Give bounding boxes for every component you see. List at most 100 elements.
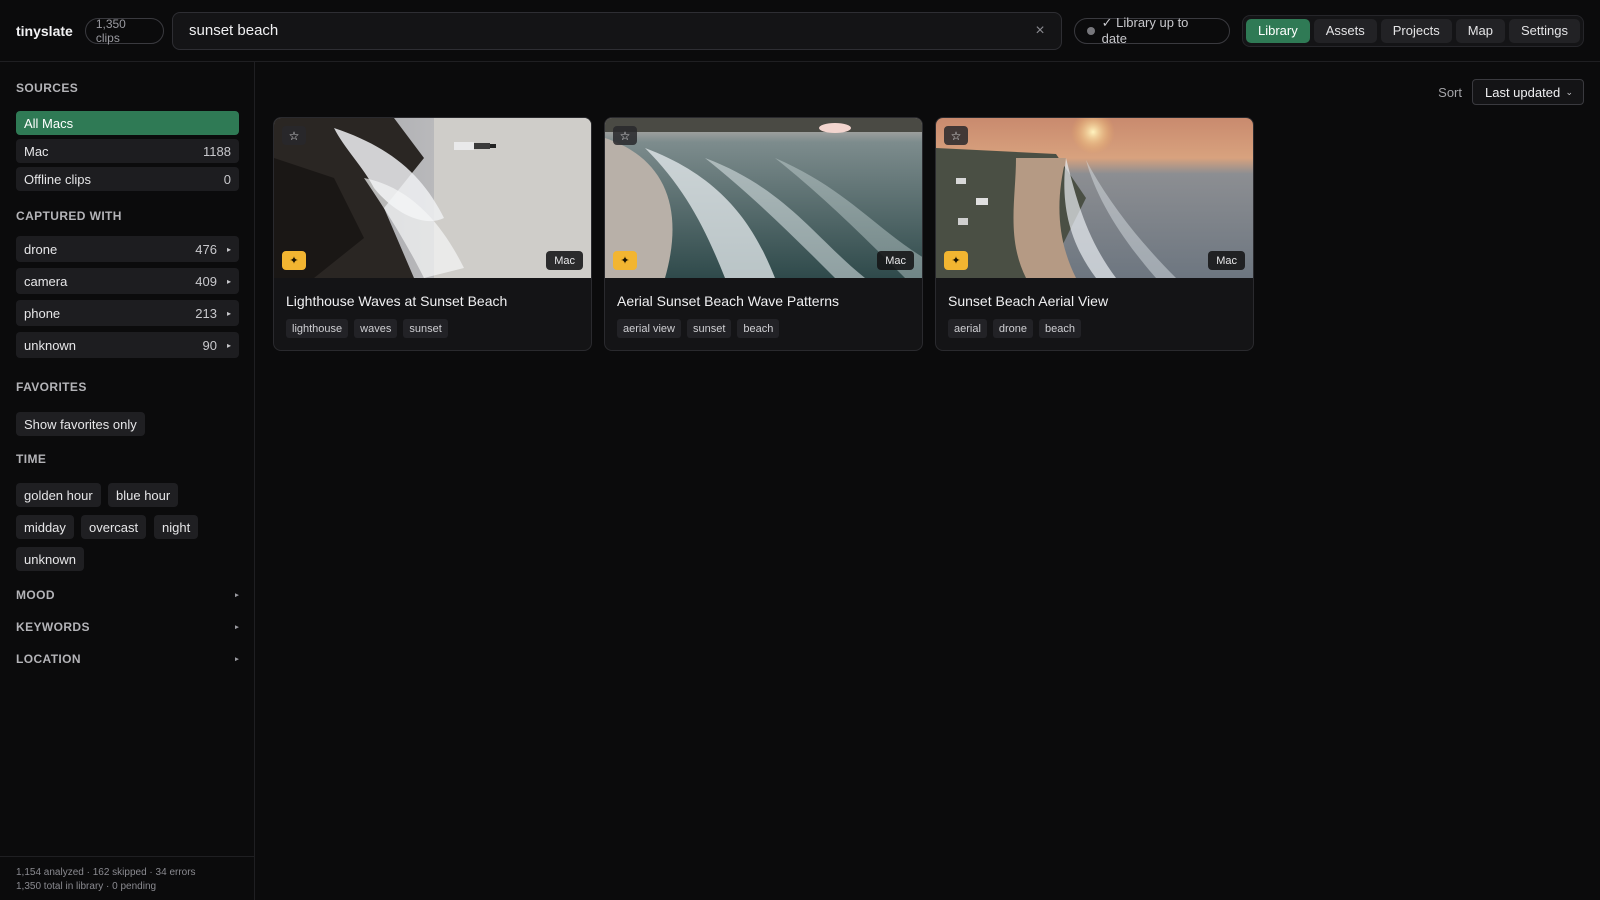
expand-arrow-icon: ▸	[235, 592, 239, 599]
tag[interactable]: sunset	[403, 319, 448, 338]
source-offline-clips[interactable]: Offline clips 0	[16, 167, 239, 191]
tag[interactable]: aerial view	[617, 319, 681, 338]
time-chip-midday[interactable]: midday	[16, 515, 74, 539]
time-chip-unknown[interactable]: unknown	[16, 547, 85, 571]
captured-unknown[interactable]: unknown 90 ▸	[16, 332, 239, 358]
analysis-stats: 1,154 analyzed · 162 skipped · 34 errors…	[0, 856, 255, 900]
nav-settings[interactable]: Settings	[1509, 18, 1580, 43]
location-section[interactable]: LOCATION ▸	[16, 652, 239, 666]
tag[interactable]: aerial	[948, 319, 987, 338]
clip-tags: aerial drone beach	[948, 319, 1082, 338]
sparkle-icon: ✦	[282, 251, 306, 270]
favorites-heading: FAVORITES	[16, 380, 87, 394]
time-heading: TIME	[16, 452, 47, 466]
captured-drone[interactable]: drone 476 ▸	[16, 236, 239, 262]
time-chip-night[interactable]: night	[154, 515, 199, 539]
tag[interactable]: lighthouse	[286, 319, 349, 338]
tag[interactable]: waves	[354, 319, 398, 338]
source-count: 1188	[203, 143, 231, 159]
expand-arrow-icon[interactable]: ▸	[227, 309, 231, 318]
time-chip-golden-hour[interactable]: golden hour	[16, 483, 101, 507]
keywords-section[interactable]: KEYWORDS ▸	[16, 620, 239, 634]
clip-thumbnail[interactable]: ☆ ✦ Mac	[605, 118, 922, 278]
aerial-beach-sunset-image	[936, 118, 1253, 278]
clip-tags: lighthouse waves sunset	[286, 319, 448, 338]
clip-card[interactable]: ☆ ✦ Mac Aerial Sunset Beach Wave Pattern…	[604, 117, 923, 351]
source-badge: Mac	[1208, 251, 1245, 270]
captured-with-heading: CAPTURED WITH	[16, 209, 122, 223]
clip-count-badge: 1,350 clips	[84, 17, 165, 45]
sort-control: Sort Last updated ⌄	[1438, 79, 1584, 105]
expand-arrow-icon[interactable]: ▸	[227, 277, 231, 286]
source-count: 0	[223, 171, 231, 187]
stats-line-analysis: 1,154 analyzed · 162 skipped · 34 errors	[16, 867, 196, 878]
clip-thumbnail[interactable]: ☆ ✦ Mac	[936, 118, 1253, 278]
tag[interactable]: beach	[1039, 319, 1082, 338]
source-badge: Mac	[877, 251, 914, 270]
captured-label: unknown	[24, 337, 77, 353]
clip-card[interactable]: ☆ ✦ Mac Lighthouse Waves at Sunset Beach…	[273, 117, 592, 351]
captured-count: 409	[195, 273, 217, 289]
favorite-star-icon[interactable]: ☆	[944, 126, 968, 145]
sparkle-icon: ✦	[944, 251, 968, 270]
captured-label: drone	[24, 241, 58, 257]
source-label: Offline clips	[24, 171, 91, 187]
favorite-star-icon[interactable]: ☆	[282, 126, 306, 145]
mood-heading: MOOD	[16, 588, 55, 602]
source-badge: Mac	[546, 251, 583, 270]
search-input[interactable]	[189, 22, 1036, 39]
clip-thumbnail[interactable]: ☆ ✦ Mac	[274, 118, 591, 278]
library-status: ✓ Library up to date	[1073, 15, 1230, 46]
sources-heading: SOURCES	[16, 81, 79, 95]
source-mac[interactable]: Mac 1188	[16, 139, 239, 163]
sort-value: Last updated	[1485, 84, 1561, 100]
time-chip-blue-hour[interactable]: blue hour	[108, 483, 179, 507]
clip-title[interactable]: Aerial Sunset Beach Wave Patterns	[617, 293, 839, 309]
top-bar: tinyslate 1,350 clips × ✓ Library up to …	[0, 0, 1600, 62]
main-nav: Library Assets Projects Map Settings	[1241, 14, 1584, 47]
expand-arrow-icon[interactable]: ▸	[227, 245, 231, 254]
expand-arrow-icon: ▸	[235, 656, 239, 663]
favorite-star-icon[interactable]: ☆	[613, 126, 637, 145]
captured-label: phone	[24, 305, 61, 321]
clip-tags: aerial view sunset beach	[617, 319, 780, 338]
stats-line-totals: 1,350 total in library · 0 pending	[16, 881, 157, 892]
clear-search-icon[interactable]: ×	[1035, 22, 1044, 40]
captured-phone[interactable]: phone 213 ▸	[16, 300, 239, 326]
lighthouse-waves-image	[274, 118, 591, 278]
aerial-waves-image	[605, 118, 922, 278]
search-bar[interactable]: ×	[172, 11, 1062, 50]
tag[interactable]: drone	[992, 319, 1034, 338]
library-status-text: ✓ Library up to date	[1101, 15, 1189, 46]
source-label: All Macs	[24, 115, 74, 131]
source-all-macs[interactable]: All Macs	[16, 111, 239, 135]
captured-count: 213	[195, 305, 217, 321]
captured-camera[interactable]: camera 409 ▸	[16, 268, 239, 294]
sort-label: Sort	[1438, 84, 1462, 100]
show-favorites-button[interactable]: Show favorites only	[16, 412, 145, 436]
keywords-heading: KEYWORDS	[16, 620, 90, 634]
nav-library[interactable]: Library	[1245, 18, 1310, 43]
source-label: Mac	[24, 143, 49, 159]
location-heading: LOCATION	[16, 652, 81, 666]
tag[interactable]: sunset	[686, 319, 732, 338]
clip-card[interactable]: ☆ ✦ Mac Sunset Beach Aerial View aerial …	[935, 117, 1254, 351]
captured-count: 476	[195, 241, 217, 257]
nav-map[interactable]: Map	[1455, 18, 1506, 43]
sparkle-icon: ✦	[613, 251, 637, 270]
status-dot-icon	[1086, 26, 1095, 35]
captured-label: camera	[24, 273, 68, 289]
app-brand: tinyslate	[16, 22, 73, 39]
nav-assets[interactable]: Assets	[1313, 18, 1377, 43]
mood-section[interactable]: MOOD ▸	[16, 588, 239, 602]
chevron-down-icon: ⌄	[1565, 86, 1573, 97]
sort-select[interactable]: Last updated ⌄	[1472, 79, 1584, 105]
clip-title[interactable]: Lighthouse Waves at Sunset Beach	[286, 293, 507, 309]
captured-count: 90	[202, 337, 217, 353]
sidebar: SOURCES All Macs Mac 1188 Offline clips …	[0, 62, 255, 900]
nav-projects[interactable]: Projects	[1380, 18, 1452, 43]
clip-title[interactable]: Sunset Beach Aerial View	[948, 293, 1108, 309]
expand-arrow-icon[interactable]: ▸	[227, 341, 231, 350]
time-chip-overcast[interactable]: overcast	[81, 515, 147, 539]
tag[interactable]: beach	[737, 319, 780, 338]
